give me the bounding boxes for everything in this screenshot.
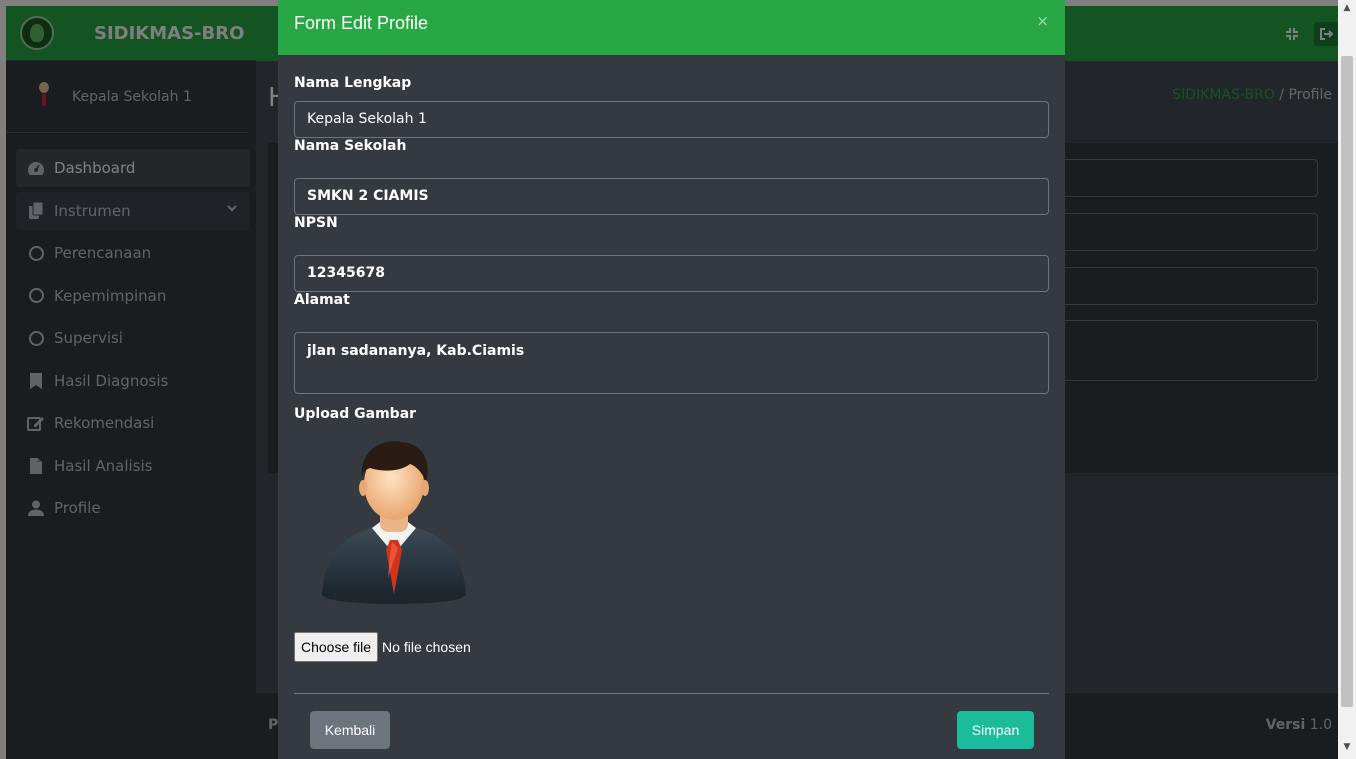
upload-gambar-label: Upload Gambar (294, 406, 417, 422)
profile-image-preview (314, 436, 494, 606)
scroll-up-icon[interactable]: ▲ (1338, 3, 1356, 17)
file-input: Choose file No file chosen (294, 632, 1049, 662)
alamat-textarea[interactable]: jlan sadananya, Kab.Ciamis (294, 332, 1049, 394)
nama-lengkap-label: Nama Lengkap (294, 75, 412, 91)
alamat-label: Alamat (294, 292, 350, 308)
page-scrollbar[interactable]: ▲ ▼ (1338, 0, 1356, 759)
modal-body: Nama Lengkap Kepala Sekolah 1 Nama Sekol… (278, 75, 1065, 662)
file-status: No file chosen (382, 639, 471, 655)
modal-header: Form Edit Profile × (278, 0, 1065, 55)
back-button[interactable]: Kembali (310, 711, 390, 749)
businessman-avatar-icon (322, 441, 466, 604)
choose-file-button[interactable]: Choose file (294, 632, 379, 662)
modal-footer-divider (294, 693, 1049, 694)
npsn-label: NPSN (294, 215, 338, 231)
npsn-field[interactable]: 12345678 (294, 255, 1049, 292)
scroll-thumb[interactable] (1341, 56, 1353, 707)
save-button[interactable]: Simpan (957, 711, 1034, 749)
scroll-down-icon[interactable]: ▼ (1338, 742, 1356, 756)
nama-sekolah-label: Nama Sekolah (294, 138, 407, 154)
nama-sekolah-field[interactable]: SMKN 2 CIAMIS (294, 178, 1049, 215)
edit-profile-modal: Form Edit Profile × Nama Lengkap Kepala … (278, 0, 1065, 759)
modal-title: Form Edit Profile (294, 13, 429, 33)
nama-lengkap-field[interactable]: Kepala Sekolah 1 (294, 101, 1049, 138)
close-icon[interactable]: × (1036, 12, 1049, 30)
